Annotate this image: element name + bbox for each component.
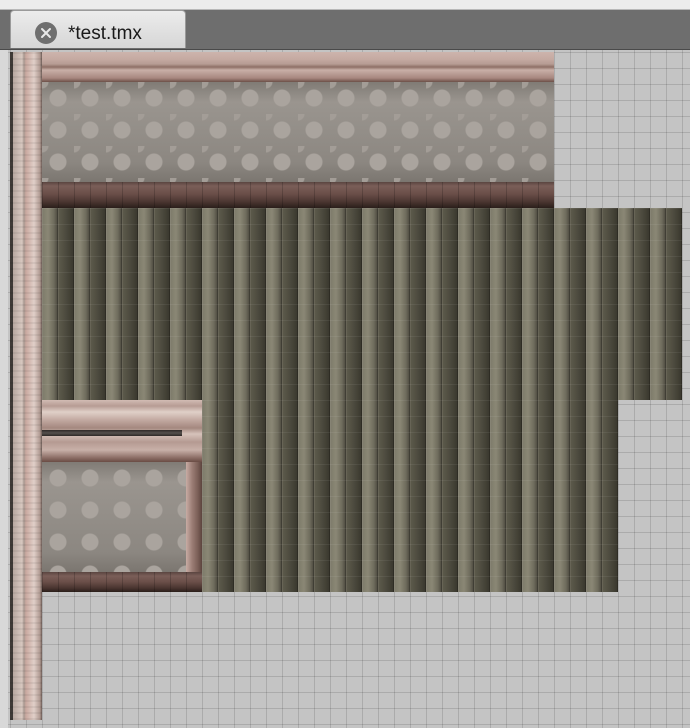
left-wall-pillar-tiles <box>10 52 42 720</box>
small-room-trim-stripe <box>42 430 182 436</box>
floor-grid-overlay <box>42 208 682 400</box>
top-wall-baseboard-tiles <box>42 182 554 208</box>
tab-label: *test.tmx <box>68 23 142 44</box>
top-wall-panel-tiles <box>42 82 554 182</box>
map-canvas[interactable] <box>0 50 690 728</box>
floor-grid-overlay <box>202 400 618 592</box>
small-room-panel-tiles <box>42 462 186 572</box>
close-circle-icon[interactable] <box>35 22 57 44</box>
wooden-floor-upper-tiles <box>42 208 682 400</box>
tab-test-tmx[interactable]: *test.tmx <box>10 10 186 48</box>
top-wall-trim-tiles <box>10 52 554 82</box>
document-tab-bar: *test.tmx <box>0 0 690 50</box>
canvas-left-margin <box>0 50 8 728</box>
wooden-floor-lower-tiles <box>202 400 618 592</box>
small-room-side-trim <box>186 462 202 572</box>
tab-bar-top-strip <box>0 0 690 10</box>
small-room-baseboard-tiles <box>42 572 202 592</box>
